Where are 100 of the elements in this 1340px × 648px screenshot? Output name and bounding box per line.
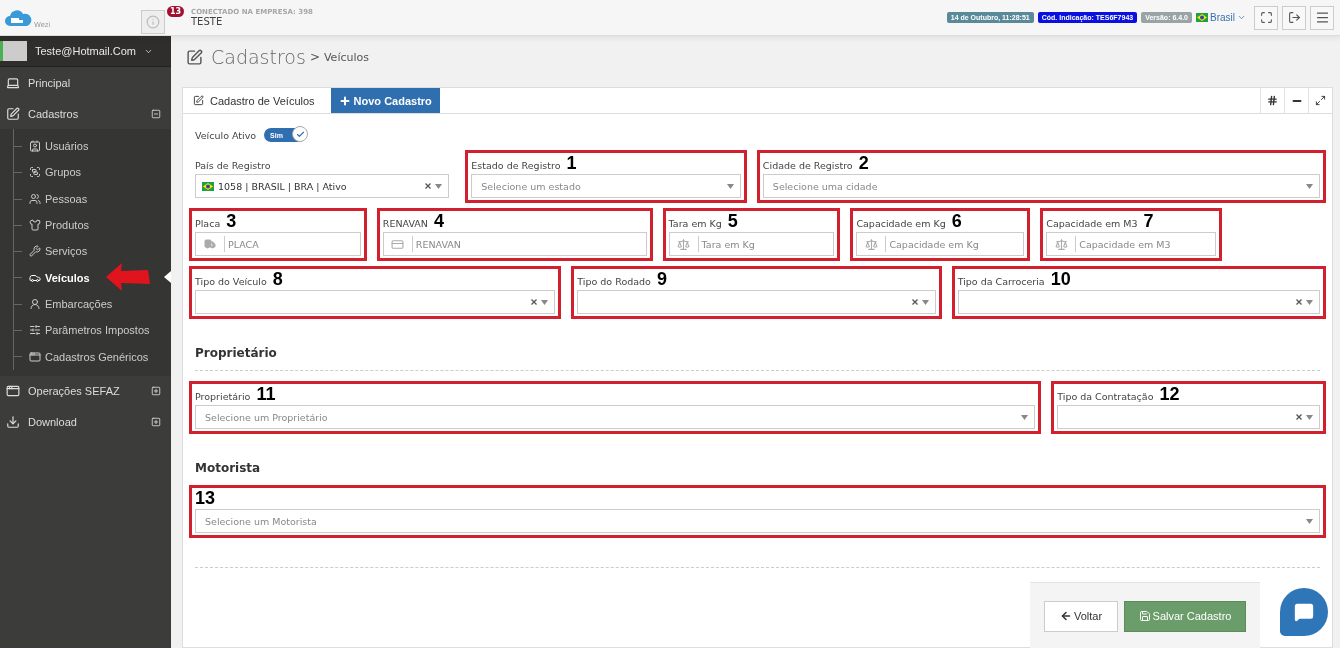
menu-icon <box>1314 10 1330 25</box>
input-field[interactable]: Capacidade em Kg <box>856 232 1025 256</box>
truck-icon <box>204 238 216 250</box>
brazil-flag-icon <box>1196 13 1208 22</box>
section-title: Motorista <box>194 460 262 477</box>
nav-item[interactable]: Download <box>0 406 171 438</box>
annotation-number: 5 <box>727 213 738 229</box>
annotation-number: 3 <box>226 213 237 229</box>
input-field[interactable]: RENAVAN <box>382 232 647 256</box>
nav-subitem[interactable]: Produtos <box>0 211 171 239</box>
new-record-button[interactable]: Novo Cadastro <box>330 88 440 113</box>
dropdown-caret-icon <box>541 299 549 305</box>
select-field[interactable]: Selecione uma cidade <box>762 174 1320 198</box>
nav-item[interactable]: Cadastros <box>0 98 171 129</box>
nav-item[interactable]: Principal <box>0 67 171 98</box>
annotation-number: 12 <box>1159 386 1180 402</box>
field-label: Tara em Kg <box>668 218 722 229</box>
dropdown-caret-icon <box>726 183 734 189</box>
card-icon <box>391 237 405 251</box>
annotation-number: 8 <box>272 271 283 287</box>
field-label: Tipo do Rodado <box>577 276 651 287</box>
nav-subitem[interactable]: Veículos <box>0 264 171 291</box>
select-field[interactable] <box>1057 405 1320 429</box>
input-field[interactable]: PLACA <box>195 232 361 256</box>
annotation-number: 9 <box>656 271 667 287</box>
input-field[interactable]: Capacidade em M3 <box>1046 232 1217 256</box>
clear-icon[interactable] <box>425 183 432 189</box>
nav-subitem[interactable]: Pessoas <box>0 185 171 212</box>
field-label: Placa <box>195 218 221 229</box>
select-field[interactable]: 1058 | BRASIL | BRA | Ativo <box>195 174 450 198</box>
id-card-icon <box>29 140 41 153</box>
chevron-icon <box>1237 13 1246 22</box>
field-label: Cidade de Registro <box>762 160 853 171</box>
avatar-icon <box>0 41 27 61</box>
field-label: RENAVAN <box>382 218 428 229</box>
brazil-flag-icon <box>202 181 214 191</box>
window-icon <box>29 350 41 363</box>
person-icon <box>29 297 41 310</box>
users-icon <box>29 192 41 205</box>
select-field[interactable]: Selecione um Motorista <box>195 509 1320 533</box>
hash-icon <box>1267 95 1278 106</box>
input-field[interactable]: Tara em Kg <box>668 232 835 256</box>
back-button[interactable]: Voltar <box>1044 600 1118 632</box>
plus-icon <box>338 94 351 107</box>
toggle-label: Veículo Ativo <box>195 129 257 141</box>
edit-icon <box>186 48 203 66</box>
scale-icon <box>864 237 878 251</box>
expand-icon <box>1259 11 1273 24</box>
select-field[interactable] <box>957 290 1320 314</box>
annotation-number: 2 <box>858 155 869 171</box>
nav-subitem[interactable]: Embarcações <box>0 290 171 318</box>
nav-item[interactable]: Operações SEFAZ <box>0 375 171 407</box>
chat-icon <box>1294 602 1314 622</box>
select-field[interactable] <box>195 290 556 314</box>
input-placeholder: PLACA <box>227 238 260 250</box>
field-label: Tipo da Carroceria <box>957 276 1045 287</box>
nav-subitem[interactable]: Serviços <box>0 238 171 265</box>
arrow-left-icon <box>1059 610 1072 622</box>
clear-icon[interactable] <box>531 299 538 305</box>
nav-subitem[interactable]: Usuários <box>0 133 171 160</box>
sliders-icon <box>29 324 41 337</box>
annotation-number: 1 <box>566 155 577 171</box>
select-field[interactable]: Selecione um Proprietário <box>195 405 1036 429</box>
clear-icon[interactable] <box>1296 414 1302 420</box>
user-menu[interactable]: Teste@Hotmail.Com <box>0 36 171 67</box>
wrench-icon <box>29 245 41 258</box>
download-icon <box>6 415 20 430</box>
annotation-number: 7 <box>1143 213 1154 229</box>
clear-icon[interactable] <box>911 299 918 305</box>
input-placeholder: Tara em Kg <box>700 238 756 250</box>
field-label: Tipo do Veículo <box>195 276 267 287</box>
logout-button[interactable] <box>1282 5 1306 30</box>
logout-icon <box>1287 11 1301 24</box>
clear-icon[interactable] <box>1296 299 1302 305</box>
shirt-icon <box>29 219 41 232</box>
edit-icon <box>6 106 20 121</box>
group-icon <box>29 166 41 179</box>
language-dropdown[interactable]: Brasil <box>1196 12 1250 23</box>
select-field[interactable]: Selecione um estado <box>471 174 741 198</box>
select-placeholder: Selecione uma cidade <box>771 180 879 192</box>
field-label: País de Registro <box>195 160 271 171</box>
nav-subitem[interactable]: Grupos <box>0 159 171 186</box>
scale-icon <box>1054 237 1068 251</box>
dropdown-caret-icon <box>435 183 443 189</box>
dropdown-caret-icon <box>1306 183 1313 189</box>
menu-button[interactable] <box>1310 5 1334 30</box>
save-icon <box>1138 610 1151 622</box>
scale-icon <box>677 237 691 251</box>
windows-icon <box>6 384 20 399</box>
breadcrumb-current: Veículos <box>323 50 369 64</box>
dropdown-caret-icon <box>1306 414 1313 420</box>
annotation-number: 6 <box>951 213 962 229</box>
select-placeholder: Selecione um Motorista <box>204 515 318 527</box>
field-label: Estado de Registro <box>471 160 561 171</box>
fullscreen-button[interactable] <box>1254 5 1278 30</box>
select-field[interactable] <box>577 290 936 314</box>
page-title: Cadastros <box>211 46 306 68</box>
breadcrumb-separator: > <box>309 50 320 64</box>
nav-subitem[interactable]: Cadastros Genéricos <box>0 343 171 370</box>
nav-subitem[interactable]: Parâmetros Impostos <box>0 317 171 344</box>
